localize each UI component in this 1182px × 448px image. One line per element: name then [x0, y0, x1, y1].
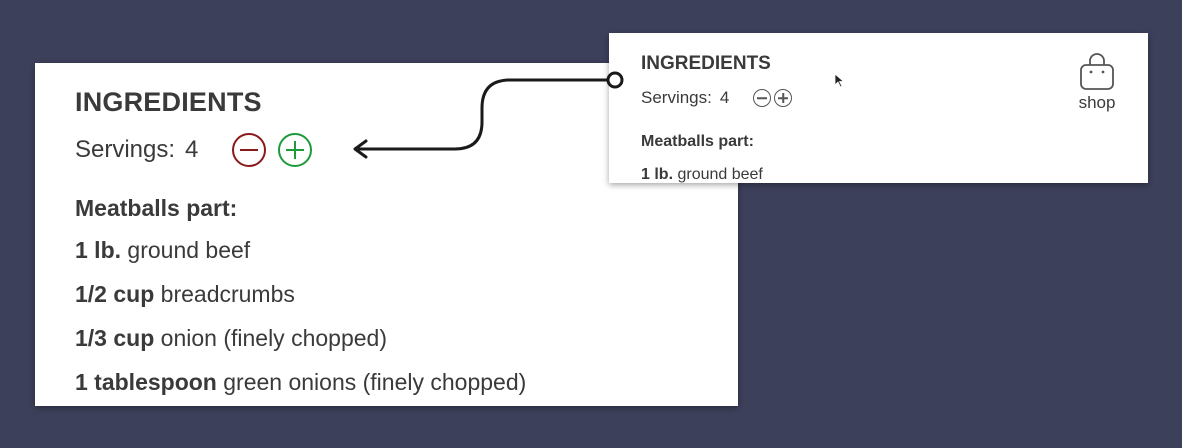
- list-item: 1 tablespoon green onions (finely choppe…: [75, 367, 526, 406]
- ingredients-title: INGREDIENTS: [641, 53, 771, 74]
- ingredient-quantity: 1 lb.: [75, 237, 122, 263]
- decrease-servings-button[interactable]: [753, 89, 772, 107]
- ingredient-name: onion (finely chopped): [160, 325, 387, 351]
- ingredients-card: INGREDIENTS Servings: 4 Meatballs part: …: [609, 33, 1148, 183]
- minus-circle-icon: [240, 149, 259, 151]
- ingredient-name: ground beef: [127, 237, 251, 263]
- minus-circle-icon: [757, 97, 768, 99]
- ingredient-quantity: 1/2 cup: [75, 281, 155, 307]
- servings-count: 4: [185, 136, 199, 163]
- ingredient-name: breadcrumbs: [160, 281, 295, 307]
- shop-button[interactable]: shop: [1067, 51, 1127, 113]
- shop-label: shop: [1078, 93, 1116, 112]
- servings-label: Servings:: [641, 88, 712, 107]
- list-item: 1 lb. ground beef: [75, 235, 526, 279]
- increase-servings-button[interactable]: [278, 133, 313, 167]
- list-item: 1/2 cup breadcrumbs: [75, 279, 526, 323]
- list-item: 1 lb. ground beef: [641, 166, 763, 183]
- servings-row: Servings: 4: [641, 88, 795, 108]
- servings-row: Servings: 4: [75, 133, 324, 167]
- shopping-bag-icon: [1080, 53, 1114, 90]
- section-heading: Meatballs part:: [641, 133, 754, 150]
- ingredient-name: green onions (finely chopped): [223, 369, 527, 395]
- ingredient-quantity: 1/3 cup: [75, 325, 155, 351]
- decrease-servings-button[interactable]: [232, 133, 267, 167]
- ingredient-name: ground beef: [677, 166, 763, 183]
- ingredient-quantity: 1 lb.: [641, 166, 674, 183]
- ingredients-title: INGREDIENTS: [75, 87, 262, 117]
- list-item: 1/3 cup onion (finely chopped): [75, 323, 526, 367]
- ingredient-list: 1 lb. ground beef 1/2 cup breadcrumbs 1/…: [75, 235, 526, 406]
- section-heading: Meatballs part:: [75, 195, 238, 221]
- servings-label: Servings:: [75, 136, 176, 163]
- increase-servings-button[interactable]: [774, 89, 793, 107]
- servings-count: 4: [719, 88, 730, 107]
- ingredient-quantity: 1 tablespoon: [75, 369, 217, 395]
- mouse-pointer-icon: [834, 73, 845, 88]
